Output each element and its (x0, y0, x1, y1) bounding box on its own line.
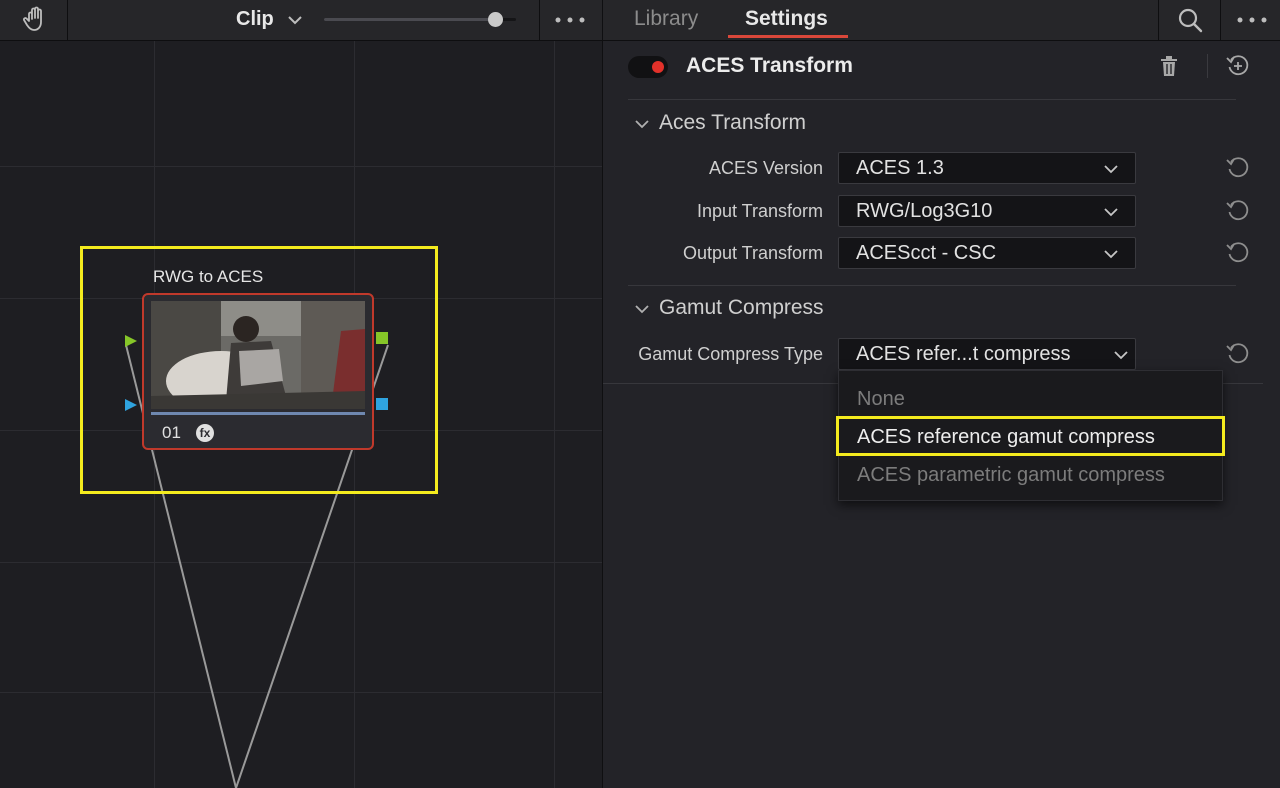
output-transform-label: Output Transform (682, 243, 823, 263)
section-divider (628, 99, 1236, 100)
toolbar-divider (539, 0, 540, 40)
dropdown-value: ACES refer...t compress (856, 343, 1071, 365)
node-input-port-rgb[interactable] (124, 334, 138, 348)
node-editor-toolbar: Clip (0, 0, 602, 41)
dropdown-value: RWG/Log3G10 (856, 200, 993, 222)
menu-item-none[interactable]: None (857, 388, 905, 411)
trash-icon[interactable] (1158, 54, 1180, 78)
chevron-down-icon[interactable] (286, 11, 304, 29)
gamut-compress-type-dropdown[interactable]: ACES refer...t compress (838, 338, 1136, 370)
node-thumbnail (151, 301, 365, 409)
node-label: RWG to ACES (153, 267, 264, 286)
chevron-down-icon (1104, 208, 1118, 217)
node-input-port-alpha[interactable] (124, 398, 138, 412)
more-dots-icon[interactable] (552, 10, 588, 30)
output-transform-dropdown[interactable]: ACEScct - CSC (838, 237, 1136, 269)
chevron-down-icon[interactable] (634, 301, 650, 317)
reset-icon[interactable] (1225, 155, 1251, 181)
tab-settings[interactable]: Settings (745, 7, 828, 31)
dropdown-value: ACEScct - CSC (856, 242, 997, 264)
toggle-indicator (652, 61, 664, 73)
node-number: 01 (162, 423, 181, 442)
section-title-gamut-compress[interactable]: Gamut Compress (659, 296, 824, 320)
section-title-aces-transform[interactable]: Aces Transform (659, 111, 806, 135)
input-transform-label: Input Transform (696, 201, 823, 221)
toolbar-divider (1220, 0, 1221, 40)
node-output-port-rgb[interactable] (376, 332, 388, 344)
input-transform-dropdown[interactable]: RWG/Log3G10 (838, 195, 1136, 227)
effect-enable-toggle[interactable] (628, 56, 668, 78)
section-divider (628, 285, 1236, 286)
tab-library[interactable]: Library (634, 7, 698, 31)
dropdown-value: ACES 1.3 (856, 157, 944, 179)
chevron-down-icon (1114, 351, 1128, 360)
fx-icon: fx (196, 424, 214, 442)
color-node[interactable]: 01 fx (142, 293, 374, 450)
search-icon[interactable] (1176, 6, 1204, 34)
aces-version-label: ACES Version (708, 158, 823, 178)
active-tab-indicator (728, 35, 848, 38)
mode-selector-label[interactable]: Clip (236, 8, 274, 31)
chevron-down-icon (1104, 250, 1118, 259)
toolbar-divider (1158, 0, 1159, 40)
chevron-down-icon (1104, 165, 1118, 174)
chevron-down-icon[interactable] (634, 116, 650, 132)
toolbar-divider (67, 0, 68, 40)
node-editor-panel: Clip RWG to ACES 01 fx (0, 0, 602, 788)
zoom-slider[interactable] (324, 12, 516, 27)
aces-version-dropdown[interactable]: ACES 1.3 (838, 152, 1136, 184)
node-progress-bar (151, 412, 365, 415)
reset-icon[interactable] (1225, 198, 1251, 224)
menu-item-highlight-box (836, 416, 1225, 456)
menu-item-aces-parametric-gamut-compress[interactable]: ACES parametric gamut compress (857, 464, 1165, 487)
zoom-slider-fill (324, 18, 495, 21)
gamut-compress-type-label: Gamut Compress Type (638, 344, 823, 364)
reset-icon[interactable] (1225, 240, 1251, 266)
reset-effect-icon[interactable] (1225, 53, 1251, 79)
reset-icon[interactable] (1225, 341, 1251, 367)
node-output-port-alpha[interactable] (376, 398, 388, 410)
hand-icon[interactable] (22, 5, 50, 33)
zoom-slider-knob[interactable] (487, 12, 503, 27)
more-dots-icon[interactable] (1234, 10, 1270, 30)
effect-title: ACES Transform (686, 54, 853, 77)
header-divider (1207, 54, 1208, 78)
